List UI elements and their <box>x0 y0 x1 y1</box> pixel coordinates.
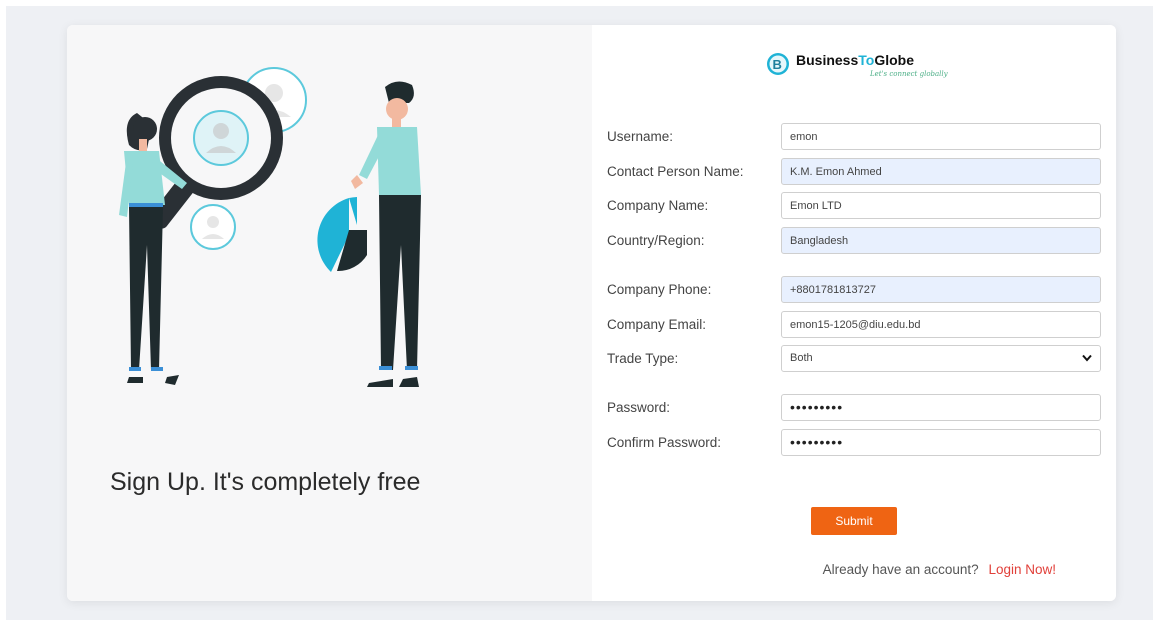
signup-card: Sign Up. It's completely free B Business… <box>67 25 1116 601</box>
password-label: Password: <box>607 400 671 415</box>
contact-person-input[interactable] <box>781 158 1101 185</box>
password-input[interactable]: ••••••••• <box>781 394 1101 421</box>
username-row: Username: <box>607 123 1102 150</box>
company-email-input[interactable] <box>781 311 1101 338</box>
country-region-input[interactable] <box>781 227 1101 254</box>
brand-logo[interactable]: B BusinessToGlobe Let's connect globally <box>766 51 948 87</box>
company-email-row: Company Email: <box>607 311 1102 338</box>
signup-tagline: Sign Up. It's completely free <box>110 468 421 496</box>
illustration-panel: Sign Up. It's completely free <box>67 25 592 601</box>
signup-form-panel: B BusinessToGlobe Let's connect globally… <box>592 25 1116 601</box>
company-phone-row: Company Phone: <box>607 276 1102 303</box>
login-prompt-line: Already have an account? Login Now! <box>592 562 1056 577</box>
trade-type-value: Both <box>790 352 813 364</box>
password-row: Password: ••••••••• <box>607 394 1102 421</box>
company-email-label: Company Email: <box>607 317 707 332</box>
confirm-password-label: Confirm Password: <box>607 435 722 450</box>
trade-type-row: Trade Type: Both <box>607 345 1102 372</box>
svg-text:B: B <box>773 57 782 72</box>
company-name-row: Company Name: <box>607 192 1102 219</box>
company-name-input[interactable] <box>781 192 1101 219</box>
contact-person-label: Contact Person Name: <box>607 164 744 179</box>
country-region-label: Country/Region: <box>607 233 705 248</box>
logo-word-business: Business <box>796 52 859 68</box>
login-prompt-text: Already have an account? <box>822 562 979 577</box>
confirm-password-row: Confirm Password: ••••••••• <box>607 429 1102 456</box>
logo-tagline: Let's connect globally <box>870 70 948 78</box>
logo-mark-icon: B <box>767 53 789 75</box>
country-region-row: Country/Region: <box>607 227 1102 254</box>
login-now-link[interactable]: Login Now! <box>988 562 1056 577</box>
contact-person-row: Contact Person Name: <box>607 158 1102 185</box>
username-input[interactable] <box>781 123 1101 150</box>
trade-type-select[interactable]: Both <box>781 345 1101 372</box>
submit-button[interactable]: Submit <box>811 507 897 535</box>
company-phone-input[interactable] <box>781 276 1101 303</box>
logo-wordmark: BusinessToGlobe <box>796 52 914 68</box>
confirm-password-input[interactable]: ••••••••• <box>781 429 1101 456</box>
chevron-down-icon <box>1082 354 1092 362</box>
logo-word-to: To <box>858 52 875 68</box>
logo-word-globe: Globe <box>874 52 914 68</box>
company-name-label: Company Name: <box>607 198 709 213</box>
trade-type-label: Trade Type: <box>607 351 679 366</box>
signup-illustration <box>119 67 421 387</box>
username-label: Username: <box>607 129 674 144</box>
company-phone-label: Company Phone: <box>607 282 712 297</box>
